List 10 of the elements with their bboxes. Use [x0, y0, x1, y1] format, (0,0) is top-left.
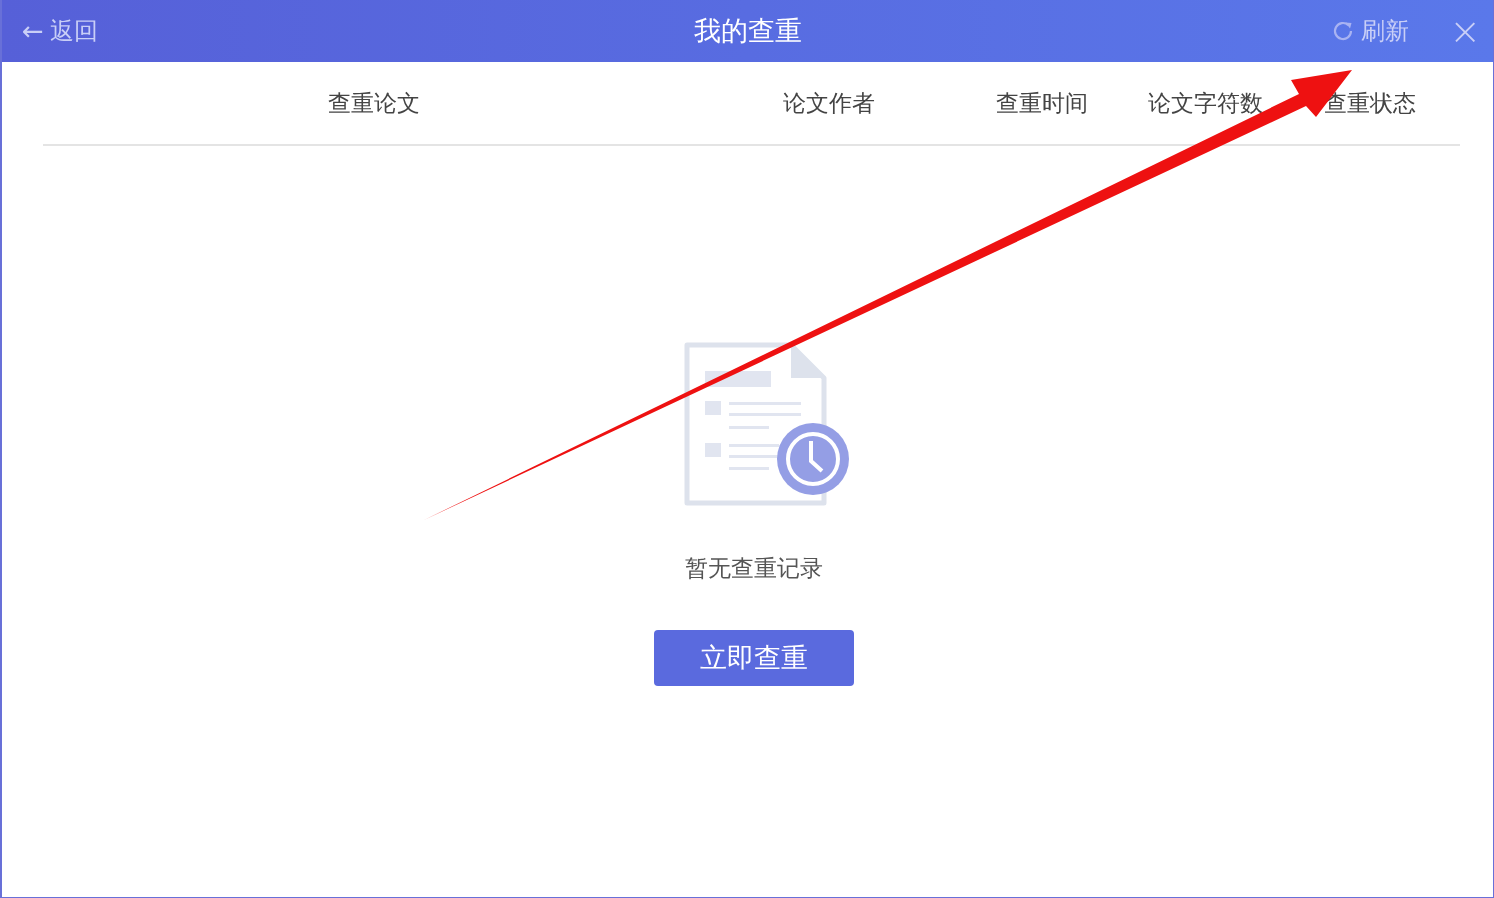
refresh-button[interactable]: 刷新	[1331, 15, 1410, 47]
empty-message: 暂无查重记录	[684, 554, 823, 583]
back-button[interactable]: ← 返回	[22, 15, 98, 47]
column-header: 查重时间	[995, 88, 1089, 118]
column-header: 论文作者	[782, 88, 876, 118]
column-header: 查重论文	[327, 88, 421, 118]
window-title: 我的查重	[693, 14, 802, 48]
column-header: 论文字符数	[1147, 88, 1264, 118]
start-check-button[interactable]: 立即查重	[653, 630, 854, 686]
close-button[interactable]: ×	[1449, 9, 1481, 53]
